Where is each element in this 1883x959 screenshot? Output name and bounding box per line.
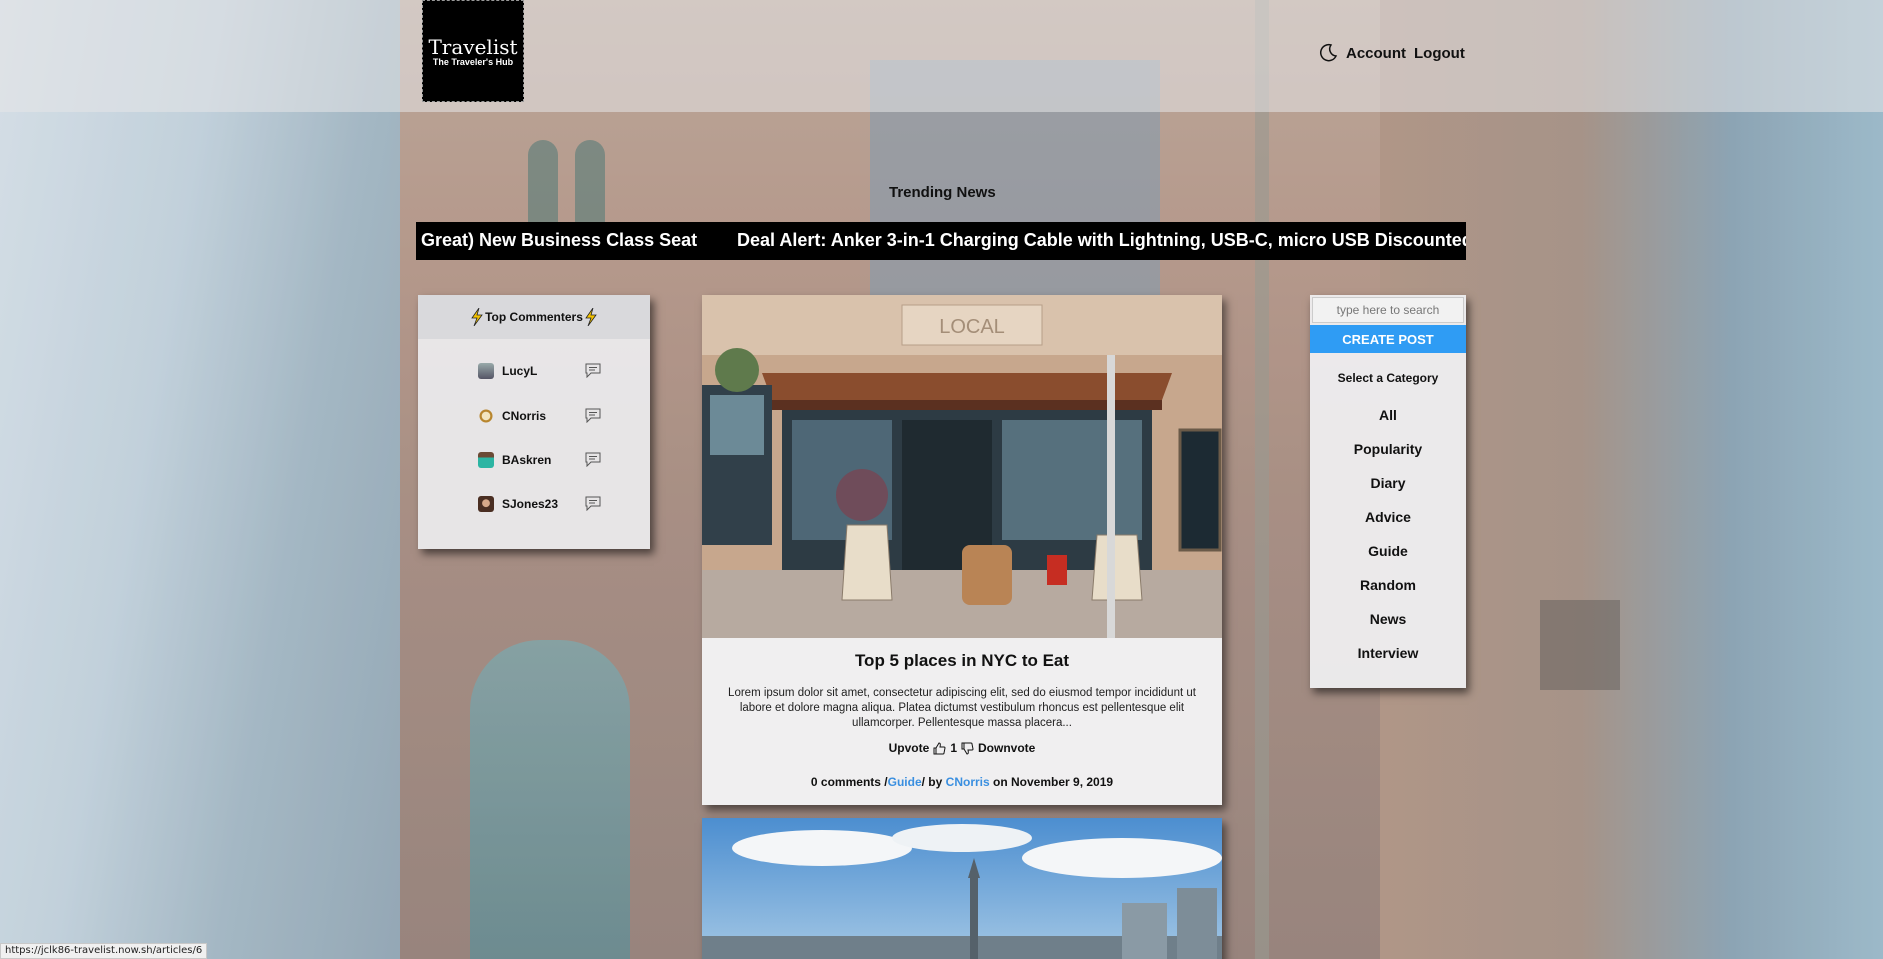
vote-count: 1 [950,741,957,755]
chat-icon[interactable] [585,363,601,378]
post-title[interactable]: Top 5 places in NYC to Eat [702,651,1222,671]
commenter-name[interactable]: BAskren [502,453,551,467]
ticker-item[interactable]: Deal Alert: Anker 3-in-1 Charging Cable … [737,230,1466,251]
avatar [478,452,494,468]
post-card-2-image[interactable] [702,818,1222,959]
category-interview[interactable]: Interview [1310,645,1466,661]
moon-icon[interactable] [1318,43,1338,63]
thumbs-down-icon[interactable] [961,742,974,755]
top-commenters-panel: Top Commenters LucyL CNorris BAskren SJo… [418,295,650,549]
commenter-name[interactable]: LucyL [502,364,537,378]
post-image[interactable]: LOCAL [702,295,1222,638]
post-author-link[interactable]: CNorris [946,775,990,789]
vote-bar: Upvote 1 Downvote [702,741,1222,755]
post-card: LOCAL Top 5 places in NYC to Eat Lorem i… [702,295,1222,805]
downvote-label[interactable]: Downvote [978,741,1035,755]
category-advice[interactable]: Advice [1310,509,1466,525]
commenter-name[interactable]: SJones23 [502,497,558,511]
category-news[interactable]: News [1310,611,1466,627]
commenter-item[interactable]: CNorris [478,405,608,427]
category-guide[interactable]: Guide [1310,543,1466,559]
avatar [478,496,494,512]
avatar [478,408,494,424]
lightning-icon [471,308,483,326]
avatar [478,363,494,379]
account-link[interactable]: Account [1346,45,1406,62]
site-logo[interactable]: Travelist The Traveler's Hub [422,0,524,102]
news-ticker: Great) New Business Class Seat Deal Aler… [416,222,1466,260]
upvote-label[interactable]: Upvote [889,741,930,755]
category-random[interactable]: Random [1310,577,1466,593]
comment-count[interactable]: 0 comments / [811,775,888,789]
top-commenters-title: Top Commenters [485,310,583,324]
commenter-name[interactable]: CNorris [502,409,546,423]
create-post-button[interactable]: CREATE POST [1310,325,1466,353]
lightning-icon [585,308,597,326]
header-nav: Account Logout [1318,43,1465,63]
post-date: on November 9, 2019 [993,775,1114,789]
chat-icon[interactable] [585,408,601,423]
commenter-item[interactable]: BAskren [478,449,608,471]
chat-icon[interactable] [585,452,601,467]
logo-title: Travelist [428,35,518,59]
post-excerpt: Lorem ipsum dolor sit amet, consectetur … [728,687,1196,729]
logo-subtitle: The Traveler's Hub [432,57,514,67]
by-label: / by [921,775,943,789]
thumbs-up-icon[interactable] [933,741,946,755]
chat-icon[interactable] [585,496,601,511]
sidebar-panel: CREATE POST Select a Category All Popula… [1310,295,1466,688]
ticker-item[interactable]: Great) New Business Class Seat [421,230,697,251]
post-meta: 0 comments /Guide/ by CNorris on Novembe… [702,775,1222,789]
search-input[interactable] [1312,297,1464,323]
category-popularity[interactable]: Popularity [1310,441,1466,457]
trending-title: Trending News [889,184,996,201]
status-bar-url: https://jclk86-travelist.now.sh/articles… [0,943,208,959]
post-category-link[interactable]: Guide [888,775,922,789]
commenter-item[interactable]: LucyL [478,360,608,382]
top-commenters-header: Top Commenters [418,295,650,339]
category-diary[interactable]: Diary [1310,475,1466,491]
site-header: Travelist The Traveler's Hub Account Log… [0,0,1883,112]
shop-sign: LOCAL [939,316,1005,338]
logout-link[interactable]: Logout [1414,45,1465,62]
category-heading: Select a Category [1337,371,1439,385]
category-all[interactable]: All [1310,407,1466,423]
commenter-item[interactable]: SJones23 [478,493,608,515]
